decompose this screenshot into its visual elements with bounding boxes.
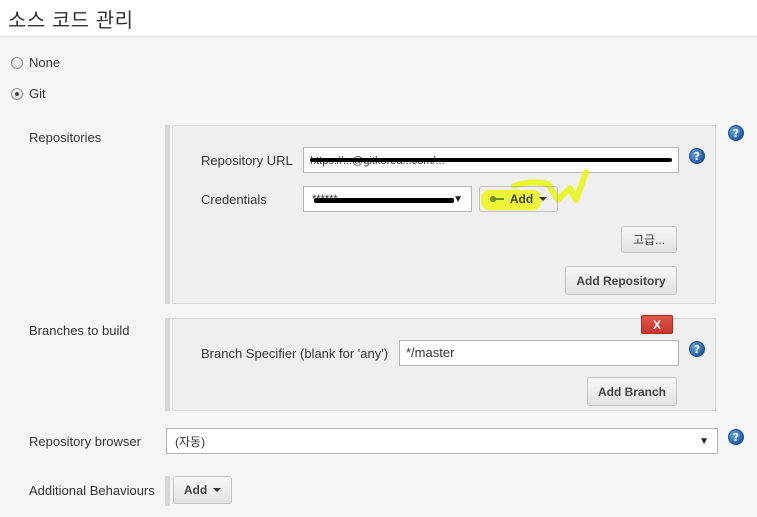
repository-url-label: Repository URL bbox=[201, 153, 293, 168]
page-title: 소스 코드 관리 bbox=[8, 10, 134, 32]
help-icon[interactable]: ? bbox=[728, 125, 744, 141]
scm-option-git[interactable]: Git bbox=[11, 86, 46, 101]
branches-label: Branches to build bbox=[29, 323, 130, 338]
behaviours-add-label: Add bbox=[183, 483, 208, 497]
repositories-label: Repositories bbox=[29, 130, 102, 145]
credentials-select[interactable]: ****** ▼ bbox=[303, 186, 472, 212]
key-icon bbox=[489, 195, 504, 203]
credentials-label: Credentials bbox=[201, 192, 267, 207]
caret-down-icon bbox=[539, 197, 548, 201]
advanced-button[interactable]: 고급... bbox=[621, 226, 677, 253]
repository-browser-select[interactable]: (자동) ▼ bbox=[166, 428, 718, 454]
branch-specifier-label: Branch Specifier (blank for 'any') bbox=[201, 346, 389, 361]
help-icon[interactable]: ? bbox=[689, 148, 705, 164]
url-redaction bbox=[310, 158, 672, 162]
caret-down-icon bbox=[213, 488, 222, 492]
behaviours-bar bbox=[165, 476, 170, 506]
branch-specifier-input[interactable]: */master bbox=[399, 340, 679, 366]
behaviours-add-button[interactable]: Add bbox=[173, 476, 232, 504]
radio-git[interactable] bbox=[11, 87, 23, 100]
branches-bar bbox=[165, 318, 170, 411]
scm-option-none[interactable]: None bbox=[11, 55, 60, 70]
radio-none[interactable] bbox=[11, 56, 23, 69]
credentials-redaction bbox=[314, 198, 454, 203]
repositories-bar bbox=[165, 125, 170, 304]
chevron-down-icon: ▼ bbox=[453, 193, 463, 205]
help-icon[interactable]: ? bbox=[728, 429, 744, 445]
scm-option-none-label: None bbox=[29, 55, 61, 70]
additional-behaviours-label: Additional Behaviours bbox=[29, 483, 155, 498]
delete-branch-button[interactable]: X bbox=[641, 315, 673, 334]
chevron-down-icon: ▼ bbox=[699, 435, 709, 447]
credentials-add-button[interactable]: Add bbox=[479, 186, 558, 212]
help-icon[interactable]: ? bbox=[689, 341, 705, 357]
credentials-add-label: Add bbox=[509, 192, 534, 206]
scm-option-git-label: Git bbox=[29, 86, 46, 101]
repository-url-input[interactable]: https://...@gitkorea...com/... bbox=[303, 147, 679, 173]
repository-browser-label: Repository browser bbox=[29, 434, 141, 449]
add-repository-button[interactable]: Add Repository bbox=[565, 266, 677, 295]
repository-browser-value: (자동) bbox=[175, 434, 206, 449]
add-branch-button[interactable]: Add Branch bbox=[587, 377, 677, 406]
